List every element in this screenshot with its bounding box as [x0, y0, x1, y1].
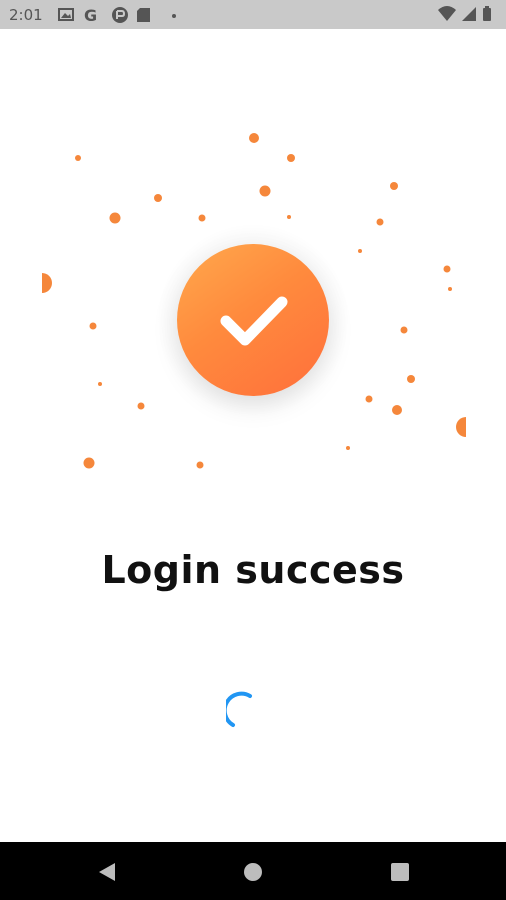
recents-icon[interactable]	[388, 860, 412, 884]
checkmark-icon	[220, 296, 288, 346]
home-icon[interactable]	[241, 860, 265, 884]
app-notification-icon	[112, 7, 128, 23]
navigation-bar	[0, 842, 506, 900]
google-icon: G	[84, 6, 97, 24]
login-success-title: Login success	[101, 548, 405, 592]
sd-card-icon	[137, 8, 150, 22]
wifi-icon	[438, 6, 456, 21]
photo-notification-icon	[58, 8, 74, 21]
status-notification-icons: G	[58, 6, 176, 24]
back-icon[interactable]	[95, 860, 119, 884]
dot-icon	[172, 14, 176, 18]
status-time: 2:01	[9, 6, 43, 24]
cellular-signal-icon	[462, 7, 476, 21]
status-system-icons	[438, 6, 491, 21]
svg-text:G: G	[84, 6, 97, 24]
status-bar: 2:01 G	[0, 0, 506, 29]
success-badge	[177, 244, 329, 396]
battery-icon	[483, 6, 491, 21]
loading-spinner-icon	[226, 691, 252, 727]
